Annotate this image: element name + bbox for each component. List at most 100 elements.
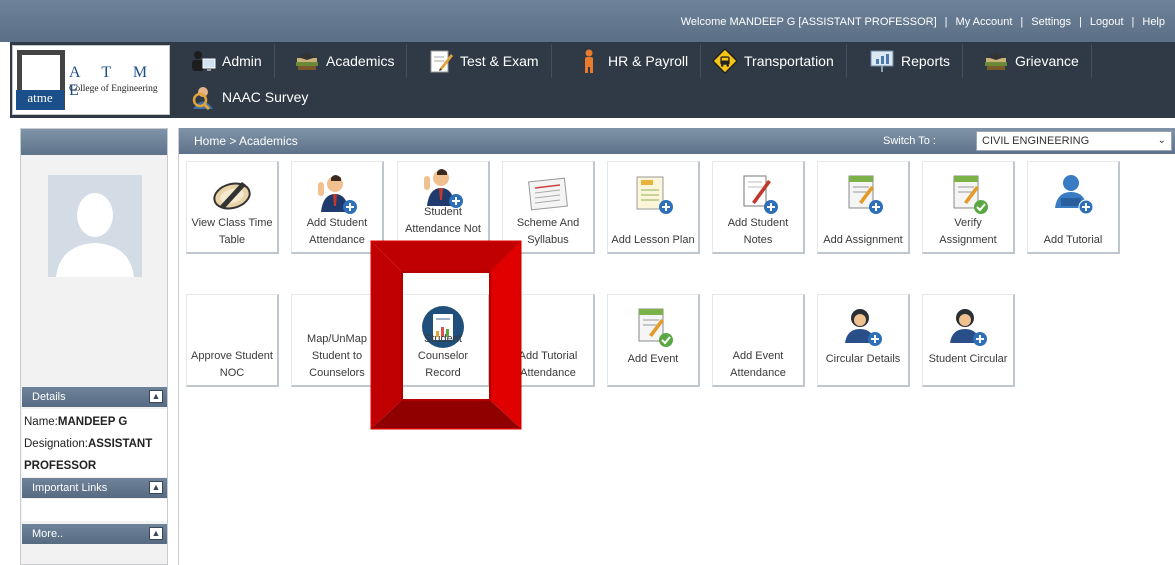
nav-label: Grievance (1015, 53, 1079, 69)
department-select-value: CIVIL ENGINEERING (982, 135, 1090, 147)
tile-label: Add Lesson Plan (611, 234, 695, 246)
details-header[interactable]: Details ▲ (22, 387, 167, 407)
department-select[interactable]: CIVIL ENGINEERING ⌄ (976, 131, 1172, 151)
main-content: Home > Academics Switch To : CIVIL ENGIN… (178, 128, 1175, 565)
designation-label: Designation: (24, 438, 88, 450)
nav-label: Transportation (744, 53, 834, 69)
nav-reports[interactable]: Reports (859, 44, 964, 78)
my-account-link[interactable]: My Account (956, 16, 1013, 28)
nav-label: Test & Exam (460, 53, 539, 69)
nav-label: Reports (901, 53, 951, 69)
nav-hr-payroll[interactable]: HR & Payroll (566, 44, 702, 78)
tile-add-student-attendance[interactable]: Add Student Attendance (291, 161, 384, 254)
tile-scheme-and-syllabus[interactable]: Scheme And Syllabus (502, 161, 595, 254)
tile-label: Approve Student NOC (191, 350, 273, 379)
transportation-icon (712, 47, 738, 75)
breadcrumb-bar: Home > Academics Switch To : CIVIL ENGIN… (179, 128, 1175, 154)
collapse-icon[interactable]: ▲ (149, 481, 163, 494)
switch-to-label: Switch To : (883, 135, 936, 147)
tile-label: Add Tutorial (1043, 234, 1103, 246)
tile-approve-student-noc[interactable]: Approve Student NOC (186, 294, 279, 387)
name-label: Name: (24, 416, 58, 428)
nav-transportation[interactable]: Transportation (702, 44, 847, 78)
tile-add-tutorial[interactable]: Add Tutorial (1027, 161, 1120, 254)
logo-letters: A T M E (69, 64, 157, 99)
important-links-header[interactable]: Important Links ▲ (22, 478, 167, 498)
college-logo[interactable]: atme A T M E College of Engineering (12, 45, 170, 115)
details-title: Details (32, 391, 66, 403)
tile-label: Student Attendance Not Added (405, 206, 481, 252)
verify-assignment-icon (946, 172, 990, 216)
tile-student-attendance-not-added[interactable]: Student Attendance Not Added (397, 161, 490, 254)
academics-icon (294, 48, 320, 74)
top-links: Welcome MANDEEP G [ASSISTANT PROFESSOR] |… (680, 16, 1165, 28)
more-header[interactable]: More.. ▲ (22, 524, 167, 544)
tile-student-circular[interactable]: Student Circular (922, 294, 1015, 387)
tile-label: Verify Assignment (939, 217, 997, 246)
nav-label: NAAC Survey (222, 89, 309, 105)
tile-label: Add Event Attendance (730, 350, 786, 379)
hr-payroll-icon (576, 48, 602, 74)
tutorial-icon (1051, 172, 1095, 216)
tile-add-assignment[interactable]: Add Assignment (817, 161, 910, 254)
main-header: atme A T M E College of Engineering Admi… (10, 42, 1175, 118)
top-bar: Welcome MANDEEP G [ASSISTANT PROFESSOR] |… (0, 0, 1175, 42)
logout-link[interactable]: Logout (1090, 16, 1124, 28)
important-links-panel (22, 499, 167, 521)
test-exam-icon (428, 48, 454, 74)
tile-label: Scheme And Syllabus (516, 217, 580, 246)
nav-label: HR & Payroll (608, 53, 689, 69)
tile-add-event-attendance[interactable]: Add Event Attendance (712, 294, 805, 387)
more-title: More.. (32, 528, 64, 540)
tile-add-student-notes[interactable]: Add Student Notes (712, 161, 805, 254)
tile-add-event[interactable]: Add Event (607, 294, 700, 387)
logo-tag: atme (16, 90, 64, 110)
settings-link[interactable]: Settings (1031, 16, 1071, 28)
tile-label: Add Student Notes (727, 217, 789, 246)
tile-verify-assignment[interactable]: Verify Assignment (922, 161, 1015, 254)
tile-label: Circular Details (825, 353, 901, 365)
tile-map-unmap-student-to-counselors[interactable]: Map/UnMap Student to Counselors (291, 294, 384, 387)
nav-grievance[interactable]: Grievance (973, 44, 1092, 78)
tile-circular-details[interactable]: Circular Details (817, 294, 910, 387)
grievance-icon (983, 48, 1009, 74)
help-link[interactable]: Help (1142, 16, 1165, 28)
lesson-plan-icon (631, 172, 675, 216)
tile-label: Add Student Attendance (306, 217, 368, 246)
tile-label: Add Tutorial Attendance (518, 350, 578, 379)
admin-icon (190, 48, 216, 74)
left-sidebar: Details ▲ Name:MANDEEP G Designation:ASS… (20, 128, 168, 565)
clock-pencil-icon (210, 172, 254, 216)
tile-label: Add Event (627, 353, 679, 365)
welcome-text: Welcome MANDEEP G [ASSISTANT PROFESSOR] (680, 16, 937, 28)
tile-add-lesson-plan[interactable]: Add Lesson Plan (607, 161, 700, 254)
logo-college-name: College of Engineering (69, 84, 158, 94)
name-value: MANDEEP G (57, 416, 128, 428)
notes-icon (736, 172, 780, 216)
chevron-down-icon: ⌄ (1157, 135, 1166, 146)
tile-label: Add Assignment (823, 234, 903, 246)
collapse-icon[interactable]: ▲ (149, 390, 163, 403)
student-add-icon (315, 172, 359, 216)
nav-naac-survey[interactable]: NAAC Survey (180, 80, 320, 114)
circular-user-icon (841, 305, 885, 349)
tile-label: Student Circular (928, 353, 1008, 365)
tile-label: View Class Time Table (191, 217, 273, 246)
tile-label: Map/UnMap Student to Counselors (307, 333, 367, 379)
circular-user-icon (946, 305, 990, 349)
nav-admin[interactable]: Admin (180, 44, 275, 78)
syllabus-icon (526, 172, 570, 216)
nav-test-exam[interactable]: Test & Exam (418, 44, 552, 78)
collapse-icon[interactable]: ▲ (149, 527, 163, 540)
breadcrumb[interactable]: Home > Academics (194, 134, 298, 148)
tile-view-class-time-table[interactable]: View Class Time Table (186, 161, 279, 254)
assignment-icon (841, 172, 885, 216)
nav-label: Admin (222, 53, 262, 69)
tile-student-counselor-record[interactable]: Student Counselor Record (397, 294, 490, 387)
tile-add-tutorial-attendance[interactable]: Add Tutorial Attendance (502, 294, 595, 387)
important-links-title: Important Links (32, 482, 108, 494)
avatar (48, 175, 142, 277)
tile-label: Student Counselor Record (417, 333, 469, 379)
nav-academics[interactable]: Academics (284, 44, 408, 78)
sidebar-top-strip (21, 129, 167, 155)
